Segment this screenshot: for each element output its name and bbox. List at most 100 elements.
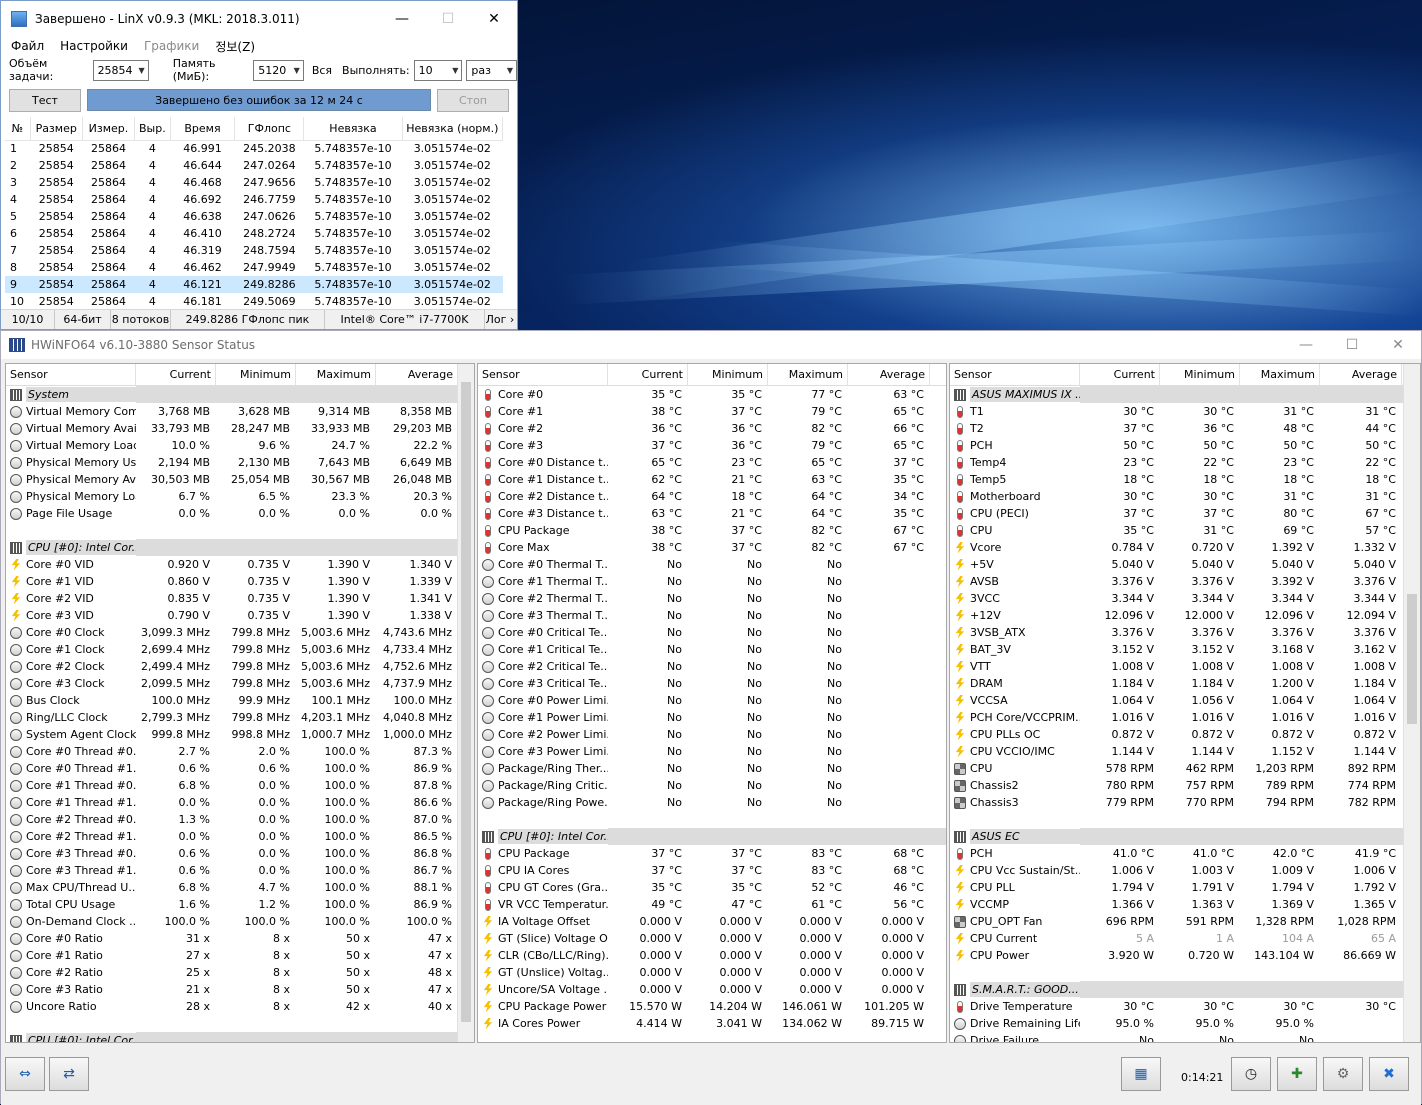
sensor-row[interactable]: Core #2 VID 0.835 V 0.735 V 1.390 V 1.341 V [6, 590, 474, 607]
sensor-row[interactable]: Core #0 Ratio 31 x 8 x 50 x 47 x [6, 930, 474, 947]
sensor-row[interactable]: Package/Ring Critic... No No No [478, 777, 946, 794]
sensor-row[interactable]: Page File Usage 0.0 % 0.0 % 0.0 % 0.0 % [6, 505, 474, 522]
column-header[interactable]: Current [1080, 364, 1160, 385]
scrollbar-thumb[interactable] [1407, 594, 1417, 724]
sensor-row[interactable]: CPU IA Cores 37 °C 37 °C 83 °C 68 °C [478, 862, 946, 879]
sensor-row[interactable]: PCH 50 °C 50 °C 50 °C 50 °C [950, 437, 1420, 454]
column-header[interactable]: Sensor [6, 364, 136, 385]
arrows-expand-icon[interactable]: ⇔ [5, 1057, 45, 1091]
minimize-icon[interactable]: — [1283, 327, 1329, 363]
column-header[interactable]: Average [848, 364, 930, 385]
sensor-row[interactable]: Core #0 VID 0.920 V 0.735 V 1.390 V 1.340 V [6, 556, 474, 573]
table-row[interactable]: 10 25854 25864 4 46.181 249.5069 5.748357e-10 3… [5, 293, 503, 310]
sensor-row[interactable]: Physical Memory Used 2,194 MB 2,130 MB 7,64… [6, 454, 474, 471]
sensor-row[interactable]: Core #2 Critical Te... No No No [478, 658, 946, 675]
sensor-row[interactable]: GT (Slice) Voltage O... 0.000 V 0.000 V 0.0… [478, 930, 946, 947]
network-icon[interactable]: ▦ [1121, 1057, 1161, 1091]
sensor-row[interactable]: T1 30 °C 30 °C 31 °C 31 °C [950, 403, 1420, 420]
sensor-group-row[interactable]: CPU [#0]: Intel Cor... [6, 539, 474, 556]
close-icon[interactable]: ✕ [1375, 327, 1421, 363]
sensor-row[interactable]: Core #0 Power Limi... No No No [478, 692, 946, 709]
sensor-row[interactable]: Core #3 Distance t... 63 °C 21 °C 64 °C 35 °… [478, 505, 946, 522]
sensor-row[interactable]: Drive Temperature 30 °C 30 °C 30 °C 30 °C [950, 998, 1420, 1015]
sensor-row[interactable]: Ring/LLC Clock 2,799.3 MHz 799.8 MHz 4,203.… [6, 709, 474, 726]
results-col-header[interactable]: № [5, 117, 31, 141]
sensor-row[interactable]: Core #0 Thread #1... 0.6 % 0.6 % 100.0 % 86.… [6, 760, 474, 777]
sensor-row[interactable]: Core #2 Thread #1... 0.0 % 0.0 % 100.0 % 86.… [6, 828, 474, 845]
sensor-row[interactable]: Core #2 Thread #0... 1.3 % 0.0 % 100.0 % 87.… [6, 811, 474, 828]
run-count-combo[interactable]: 10 ▼ [413, 59, 463, 81]
sensor-row[interactable]: Core #3 Ratio 21 x 8 x 50 x 47 x [6, 981, 474, 998]
sensor-row[interactable]: 3VSB_ATX 3.376 V 3.376 V 3.376 V 3.376 V [950, 624, 1420, 641]
table-row[interactable]: 5 25854 25864 4 46.638 247.0626 5.748357e-10 3.… [5, 208, 503, 225]
sensor-row[interactable]: CPU PLLs OC 0.872 V 0.872 V 0.872 V 0.872 V [950, 726, 1420, 743]
sensor-row[interactable]: Total CPU Usage 1.6 % 1.2 % 100.0 % 86.9 % [6, 896, 474, 913]
sensor-row[interactable]: Core #1 Clock 2,699.4 MHz 799.8 MHz 5,003.6… [6, 641, 474, 658]
sensor-row[interactable]: DRAM 1.184 V 1.184 V 1.200 V 1.184 V [950, 675, 1420, 692]
sensor-row[interactable]: Core #0 Critical Te... No No No [478, 624, 946, 641]
sensor-row[interactable]: Core #3 Critical Te... No No No [478, 675, 946, 692]
column-header[interactable]: Minimum [216, 364, 296, 385]
sensor-row[interactable]: Core #3 37 °C 36 °C 79 °C 65 °C [478, 437, 946, 454]
sensor-row[interactable]: Core #2 Distance t... 64 °C 18 °C 64 °C 34 °… [478, 488, 946, 505]
sensor-row[interactable]: Core #0 35 °C 35 °C 77 °C 63 °C [478, 386, 946, 403]
run-unit-combo[interactable]: раз ▼ [466, 59, 517, 81]
sensor-row[interactable]: 3VCC 3.344 V 3.344 V 3.344 V 3.344 V [950, 590, 1420, 607]
sensor-row[interactable]: T2 37 °C 36 °C 48 °C 44 °C [950, 420, 1420, 437]
sensor-row[interactable]: Core #3 Power Limi... No No No [478, 743, 946, 760]
column-header[interactable]: Average [376, 364, 458, 385]
sensor-row[interactable]: Package/Ring Ther... No No No [478, 760, 946, 777]
sensor-row[interactable]: Temp5 18 °C 18 °C 18 °C 18 °C [950, 471, 1420, 488]
problem-size-combo[interactable]: 25854 ▼ [92, 59, 149, 81]
sensor-row[interactable]: Uncore/SA Voltage ... 0.000 V 0.000 V 0.000… [478, 981, 946, 998]
sensor-row[interactable]: Vcore 0.784 V 0.720 V 1.392 V 1.332 V [950, 539, 1420, 556]
memory-combo[interactable]: 5120 ▼ [253, 59, 304, 81]
sensor-row[interactable]: CPU VCCIO/IMC 1.144 V 1.144 V 1.152 V 1.144 … [950, 743, 1420, 760]
sensor-row[interactable]: CPU 35 °C 31 °C 69 °C 57 °C [950, 522, 1420, 539]
sensor-row[interactable]: CPU GT Cores (Gra... 35 °C 35 °C 52 °C 46 °C [478, 879, 946, 896]
hwinfo-titlebar[interactable]: HWiNFO64 v6.10-3880 Sensor Status — ☐ ✕ [1, 331, 1421, 359]
sensor-row[interactable]: Core #3 Thread #1... 0.6 % 0.0 % 100.0 % 86.… [6, 862, 474, 879]
sensor-row[interactable]: Chassis2 780 RPM 757 RPM 789 RPM 774 RPM [950, 777, 1420, 794]
column-header[interactable]: Minimum [688, 364, 768, 385]
sensor-row[interactable]: CPU Package Power 15.570 W 14.204 W 146.061… [478, 998, 946, 1015]
menu-settings[interactable]: Настройки [52, 39, 136, 53]
sensor-group-row[interactable]: ASUS MAXIMUS IX ... [950, 386, 1420, 403]
sensor-row[interactable]: Core #1 Critical Te... No No No [478, 641, 946, 658]
column-header[interactable]: Current [608, 364, 688, 385]
sensor-row[interactable]: Core #0 Distance t... 65 °C 23 °C 65 °C 37 °… [478, 454, 946, 471]
sensor-row[interactable]: Uncore Ratio 28 x 8 x 42 x 40 x [6, 998, 474, 1015]
sensor-row[interactable]: Core #3 Thread #0... 0.6 % 0.0 % 100.0 % 86.… [6, 845, 474, 862]
sensor-row[interactable]: CPU_OPT Fan 696 RPM 591 RPM 1,328 RPM 1,028 … [950, 913, 1420, 930]
sensor-row[interactable]: Core Max 38 °C 37 °C 82 °C 67 °C [478, 539, 946, 556]
sensor-row[interactable]: PCH Core/VCCPRIM... 1.016 V 1.016 V 1.016 V… [950, 709, 1420, 726]
sensor-row[interactable]: +12V 12.096 V 12.000 V 12.096 V 12.094 V [950, 607, 1420, 624]
sensor-row[interactable]: CPU Package 38 °C 37 °C 82 °C 67 °C [478, 522, 946, 539]
sensor-group-row[interactable]: CPU [#0]: Intel Cor... [478, 828, 946, 845]
table-row[interactable]: 7 25854 25864 4 46.319 248.7594 5.748357e-10 3.… [5, 242, 503, 259]
sensor-row[interactable]: Core #0 Clock 3,099.3 MHz 799.8 MHz 5,003.6… [6, 624, 474, 641]
sensor-row[interactable]: VR VCC Temperatur... 49 °C 47 °C 61 °C 56 °C [478, 896, 946, 913]
sensor-row[interactable]: Core #1 VID 0.860 V 0.735 V 1.390 V 1.339 V [6, 573, 474, 590]
sensor-row[interactable]: CPU 578 RPM 462 RPM 1,203 RPM 892 RPM [950, 760, 1420, 777]
sensor-row[interactable]: CPU PLL 1.794 V 1.791 V 1.794 V 1.792 V [950, 879, 1420, 896]
panel-scrollbar[interactable] [457, 364, 474, 1042]
sensor-row[interactable]: +5V 5.040 V 5.040 V 5.040 V 5.040 V [950, 556, 1420, 573]
table-row[interactable]: 9 25854 25864 4 46.121 249.8286 5.748357e-10 3.… [5, 276, 503, 293]
sensor-row[interactable]: Core #1 Power Limi... No No No [478, 709, 946, 726]
sensor-row[interactable]: Bus Clock 100.0 MHz 99.9 MHz 100.1 MHz 100.0… [6, 692, 474, 709]
sensor-row[interactable]: Package/Ring Powe... No No No [478, 794, 946, 811]
sensor-row[interactable]: Core #3 VID 0.790 V 0.735 V 1.390 V 1.338 V [6, 607, 474, 624]
column-header[interactable]: Maximum [296, 364, 376, 385]
sensor-row[interactable]: Core #1 Thermal T... No No No [478, 573, 946, 590]
sensor-row[interactable]: Core #0 Thread #0... 2.7 % 2.0 % 100.0 % 87.… [6, 743, 474, 760]
sensor-row[interactable]: Core #2 Ratio 25 x 8 x 50 x 48 x [6, 964, 474, 981]
gear-icon[interactable]: ⚙ [1323, 1057, 1363, 1091]
sensor-row[interactable]: Virtual Memory Com... 3,768 MB 3,628 MB 9,3… [6, 403, 474, 420]
add-report-icon[interactable]: ✚ [1277, 1057, 1317, 1091]
table-row[interactable]: 3 25854 25864 4 46.468 247.9656 5.748357e-10 3.… [5, 174, 503, 191]
sensor-row[interactable]: VCCSA 1.064 V 1.056 V 1.064 V 1.064 V [950, 692, 1420, 709]
all-memory-label[interactable]: Вся [312, 64, 332, 77]
results-col-header[interactable]: Невязка [303, 117, 403, 141]
log-button[interactable]: Лог › [485, 310, 515, 329]
